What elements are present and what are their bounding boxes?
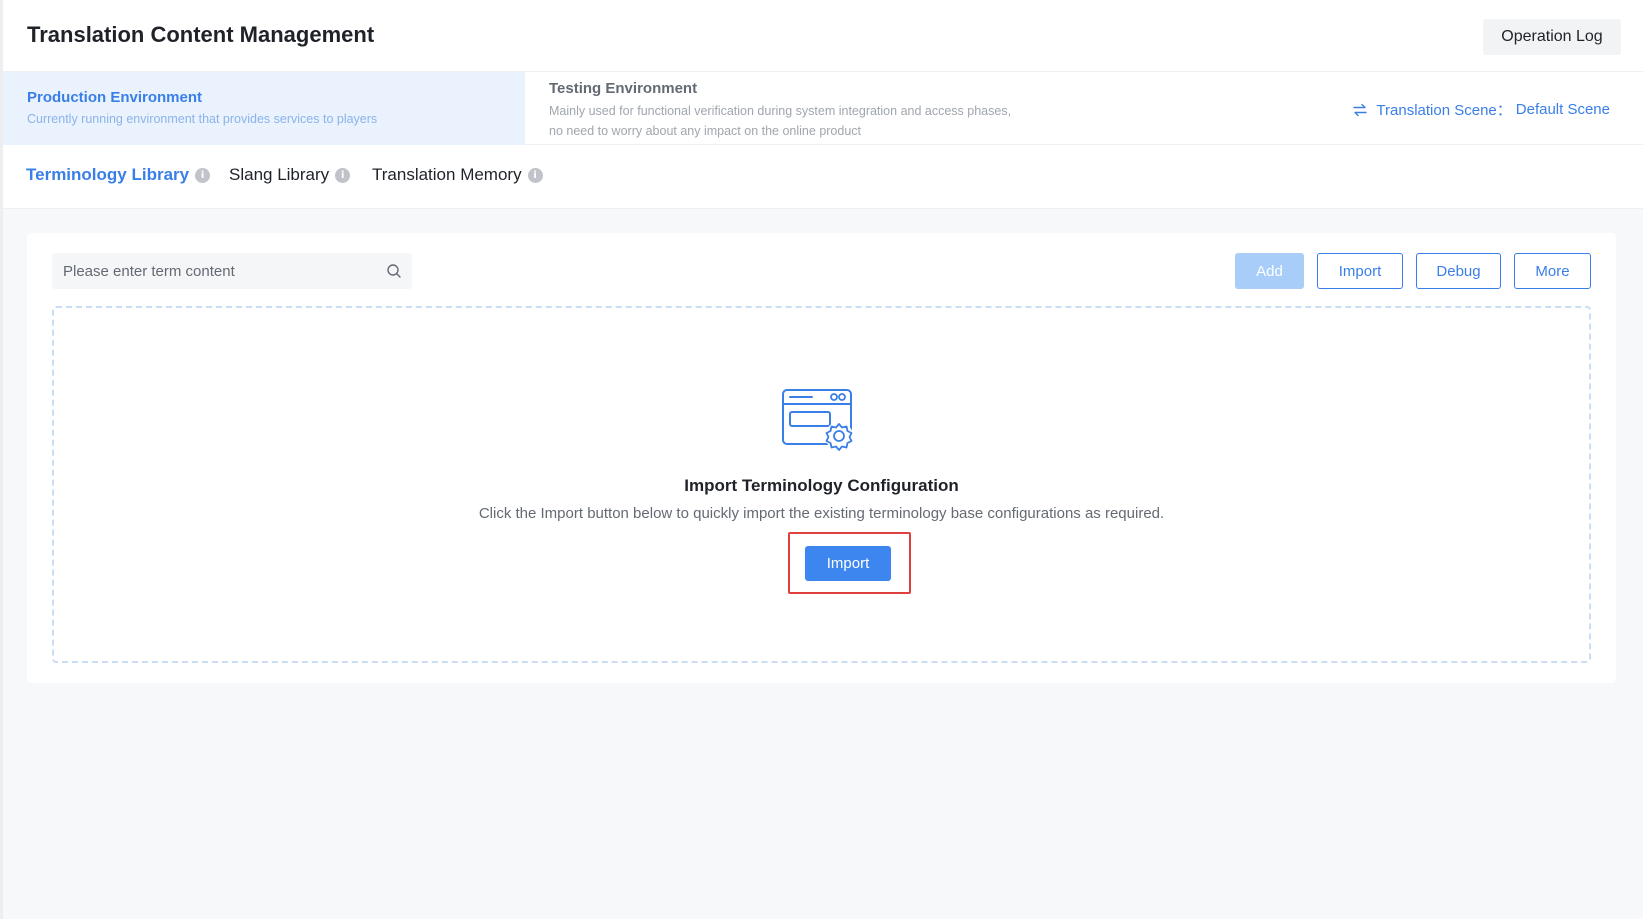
tab-terminology-library[interactable]: Terminology Library i (26, 165, 211, 185)
env-tab-production[interactable]: Production Environment Currently running… (3, 72, 525, 145)
add-button[interactable]: Add (1235, 253, 1304, 289)
tab-label: Slang Library (229, 165, 330, 184)
info-icon[interactable]: i (335, 167, 351, 183)
translation-scene-selector[interactable]: Translation Scene： Default Scene (1352, 99, 1610, 120)
translation-scene-label: Translation Scene： (1376, 102, 1512, 119)
empty-state-import-button[interactable]: Import (805, 546, 891, 581)
library-tabs: Terminology Library i Slang Library i Tr… (3, 145, 1643, 209)
search-icon[interactable] (386, 263, 402, 279)
translation-scene-value: Default Scene (1515, 101, 1610, 118)
import-button[interactable]: Import (1317, 253, 1403, 289)
tab-label: Translation Memory (372, 165, 522, 184)
env-testing-description: Mainly used for functional verification … (549, 104, 1012, 138)
env-production-name: Production Environment (27, 89, 203, 106)
terminology-card: Add Import Debug More Import Terminology… (27, 233, 1616, 683)
environment-bar: Production Environment Currently running… (3, 72, 1643, 145)
tab-translation-memory[interactable]: Translation Memory i (372, 165, 543, 185)
env-testing-name: Testing Environment (549, 80, 698, 97)
empty-state-title: Import Terminology Configuration (684, 476, 959, 495)
more-button[interactable]: More (1514, 253, 1591, 289)
page-header: Translation Content Management Operation… (3, 0, 1643, 72)
env-tab-testing[interactable]: Testing Environment Mainly used for func… (525, 72, 1045, 145)
page-title: Translation Content Management (27, 22, 375, 47)
swap-icon (1353, 103, 1368, 116)
search-box (52, 253, 412, 289)
operation-log-button[interactable]: Operation Log (1483, 19, 1621, 55)
tab-slang-library[interactable]: Slang Library i (229, 165, 351, 185)
env-production-description: Currently running environment that provi… (27, 112, 378, 126)
browser-settings-icon (782, 389, 853, 451)
empty-state-description: Click the Import button below to quickly… (478, 505, 1165, 522)
info-icon[interactable]: i (195, 167, 211, 183)
debug-button[interactable]: Debug (1416, 253, 1501, 289)
tab-label: Terminology Library (26, 165, 190, 184)
search-input[interactable] (52, 253, 372, 289)
info-icon[interactable]: i (527, 167, 543, 183)
empty-state-panel: Import Terminology Configuration Click t… (52, 306, 1591, 663)
